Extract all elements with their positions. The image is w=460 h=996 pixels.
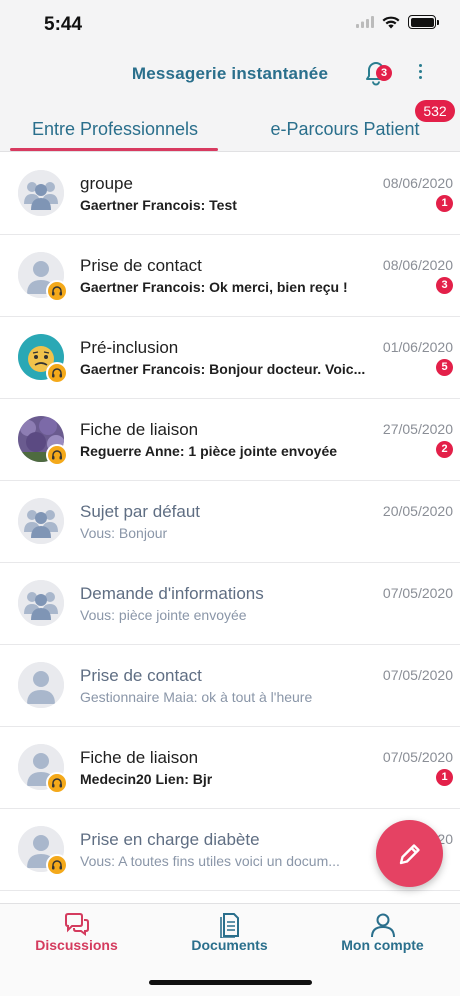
- conversation-title: Sujet par défaut: [80, 502, 201, 521]
- active-tab-indicator: [10, 148, 218, 151]
- headset-badge-icon: [46, 772, 68, 794]
- app-header: Messagerie instantanée 3: [0, 50, 460, 100]
- chat-bubbles-icon: [64, 913, 89, 936]
- notification-badge: 3: [376, 65, 392, 81]
- conversation-preview: Vous: pièce jointe envoyée: [80, 607, 247, 623]
- conversation-preview: Vous: A toutes fins utiles voici un docu…: [80, 853, 340, 869]
- document-icon: [219, 913, 239, 938]
- status-bar: 5:44: [0, 0, 460, 50]
- conversation-preview: Vous: Bonjour: [80, 525, 168, 541]
- group-avatar-icon: [18, 580, 64, 626]
- tab-entre-professionnels[interactable]: Entre Professionnels: [0, 100, 230, 152]
- pencil-icon: [399, 843, 420, 864]
- conversation-preview: Gaertner Francois: Bonjour docteur. Voic…: [80, 361, 366, 377]
- conversation-row[interactable]: Demande d'informations Vous: pièce joint…: [0, 563, 460, 645]
- unread-badge: 3: [436, 277, 453, 294]
- headset-badge-icon: [46, 854, 68, 876]
- conversation-title: Pré-inclusion: [80, 338, 179, 357]
- user-icon: [370, 913, 395, 938]
- conversation-date: 07/05/2020: [382, 667, 453, 683]
- unread-badge: 5: [436, 359, 453, 376]
- nav-label: Mon compte: [341, 937, 424, 953]
- unread-badge: 1: [436, 769, 453, 786]
- wifi-icon: [382, 16, 400, 28]
- conversation-date: 01/06/2020: [382, 339, 453, 355]
- conversation-row[interactable]: Sujet par défaut Vous: Bonjour 20/05/202…: [0, 481, 460, 563]
- nav-label: Discussions: [35, 937, 118, 953]
- conversation-preview: Gaertner Francois: Test: [80, 197, 237, 213]
- group-avatar-icon: [18, 498, 64, 544]
- person-avatar-icon: [18, 662, 64, 708]
- conversation-preview: Gestionnaire Maia: ok à tout à l'heure: [80, 689, 313, 705]
- battery-icon: [408, 15, 439, 29]
- unread-badge: 1: [436, 195, 453, 212]
- headset-badge-icon: [46, 280, 68, 302]
- conversation-title: groupe: [80, 174, 133, 193]
- conversation-date: 20/05/2020: [382, 503, 453, 519]
- tab-unread-badge: 532: [415, 100, 455, 122]
- nav-mon-compte[interactable]: Mon compte: [306, 904, 459, 964]
- conversation-title: Demande d'informations: [80, 584, 264, 603]
- conversation-date: 08/06/2020: [382, 175, 453, 191]
- headset-badge-icon: [46, 362, 68, 384]
- home-indicator: [149, 980, 312, 985]
- conversation-row[interactable]: Pré-inclusion Gaertner Francois: Bonjour…: [0, 317, 460, 399]
- conversation-title: Fiche de liaison: [80, 420, 199, 439]
- unread-badge: 2: [436, 441, 453, 458]
- conversation-preview: Medecin20 Lien: Bjr: [80, 771, 213, 787]
- headset-badge-icon: [46, 444, 68, 466]
- nav-documents[interactable]: Documents: [153, 904, 306, 964]
- conversation-list: groupe Gaertner Francois: Test 08/06/202…: [0, 153, 460, 891]
- conversation-date: 07/05/2020: [382, 749, 453, 765]
- more-options-icon[interactable]: [410, 58, 430, 84]
- conversation-date: 27/05/2020: [382, 421, 453, 437]
- conversation-title: Prise en charge diabète: [80, 830, 260, 849]
- conversation-row[interactable]: Prise de contact Gaertner Francois: Ok m…: [0, 235, 460, 317]
- nav-discussions[interactable]: Discussions: [0, 904, 153, 964]
- conversation-preview: Reguerre Anne: 1 pièce jointe envoyée: [80, 443, 338, 459]
- status-time: 5:44: [44, 14, 83, 35]
- conversation-title: Prise de contact: [80, 666, 202, 685]
- conversation-title: Fiche de liaison: [80, 748, 199, 767]
- conversation-row[interactable]: groupe Gaertner Francois: Test 08/06/202…: [0, 153, 460, 235]
- new-message-button[interactable]: [376, 820, 443, 887]
- conversation-title: Prise de contact: [80, 256, 202, 275]
- tab-bar: Entre Professionnels e-Parcours Patient: [0, 100, 460, 152]
- conversation-row[interactable]: Fiche de liaison Medecin20 Lien: Bjr 07/…: [0, 727, 460, 809]
- conversation-date: 07/05/2020: [382, 585, 453, 601]
- conversation-row[interactable]: Prise de contact Gestionnaire Maia: ok à…: [0, 645, 460, 727]
- conversation-date: 08/06/2020: [382, 257, 453, 273]
- nav-label: Documents: [191, 937, 268, 953]
- conversation-row[interactable]: Fiche de liaison Reguerre Anne: 1 pièce …: [0, 399, 460, 481]
- signal-icon: [356, 16, 374, 28]
- group-avatar-icon: [18, 170, 64, 216]
- conversation-preview: Gaertner Francois: Ok merci, bien reçu !: [80, 279, 348, 295]
- status-icons: [356, 15, 439, 29]
